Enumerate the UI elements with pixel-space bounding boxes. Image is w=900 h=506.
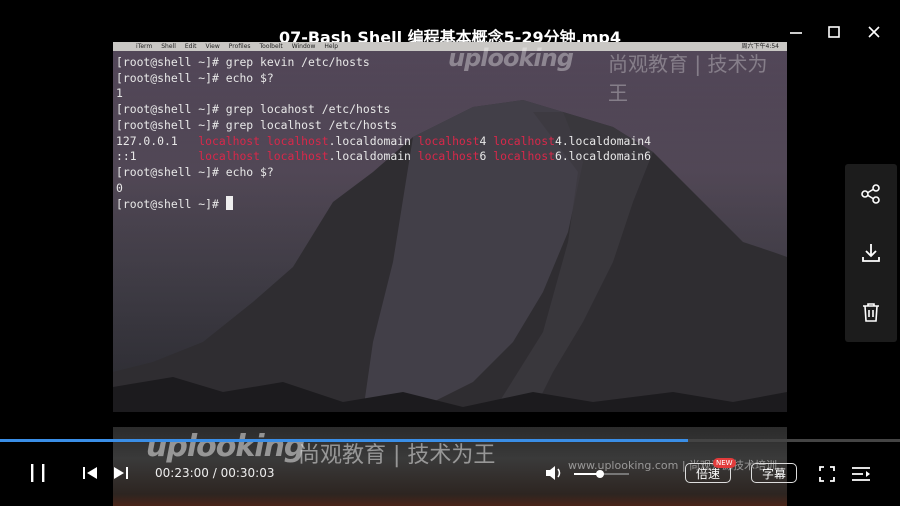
terminal-text: ::1 [116, 149, 199, 164]
terminal-line: [root@shell ~]# grep locahost /etc/hosts [116, 102, 651, 118]
highlighted-match: localhost [198, 149, 261, 164]
total-duration: 00:30:03 [220, 466, 275, 480]
terminal-text: 6.localdomain6 [554, 149, 651, 164]
terminal-line: 0 [116, 181, 651, 197]
next-icon[interactable] [112, 464, 130, 482]
terminal-text: 4 [479, 133, 494, 148]
terminal-text: [root@shell ~]# echo $? [116, 70, 274, 85]
time-separator: / [208, 466, 221, 480]
side-panel [845, 164, 897, 342]
pause-button[interactable] [26, 462, 50, 484]
terminal-output: [root@shell ~]# grep kevin /etc/hosts [ro… [116, 55, 651, 213]
terminal-text: 6 [479, 149, 494, 164]
highlighted-match: localhost [266, 149, 329, 164]
menubar-item: Help [324, 43, 339, 50]
new-badge: NEW [713, 458, 736, 468]
volume-knob[interactable] [595, 470, 604, 478]
watermark-brand-bottom: uplooking [146, 429, 305, 464]
terminal-text: 127.0.0.1 [116, 133, 199, 148]
current-time: 00:23:00 [155, 466, 209, 480]
terminal-line: [root@shell ~]# echo $? [116, 165, 651, 181]
terminal-line: [root@shell ~]# [116, 196, 651, 213]
terminal-text: 1 [116, 86, 123, 101]
menubar-item: Edit [184, 43, 197, 50]
volume-icon[interactable] [544, 464, 566, 482]
menubar-item: iTerm [136, 43, 153, 50]
terminal-line: [root@shell ~]# grep localhost /etc/host… [116, 118, 651, 134]
fullscreen-icon[interactable] [818, 465, 836, 483]
terminal-text: [root@shell ~]# grep kevin /etc/hosts [116, 55, 370, 69]
volume-slider[interactable] [574, 470, 629, 478]
highlighted-match: localhost [493, 149, 555, 164]
close-icon[interactable] [863, 23, 885, 41]
menubar-item: Shell [161, 43, 176, 50]
terminal-line: [root@shell ~]# echo $? [116, 71, 651, 87]
menubar-item: Window [291, 43, 316, 50]
terminal-text: .localdomain [328, 149, 418, 164]
terminal-line: 1 [116, 86, 651, 102]
maximize-icon[interactable] [823, 23, 845, 41]
terminal-text: [root@shell ~]# [116, 197, 226, 212]
progress-bar[interactable] [0, 439, 900, 442]
playlist-icon[interactable] [851, 465, 871, 483]
highlighted-match: localhost [198, 133, 261, 148]
terminal-text: .localdomain [328, 133, 418, 148]
terminal-text: [root@shell ~]# grep locahost /etc/hosts [116, 102, 391, 117]
highlighted-match: localhost [417, 149, 480, 164]
terminal-text: [root@shell ~]# grep localhost /etc/host… [116, 117, 398, 132]
previous-icon[interactable] [81, 464, 99, 482]
terminal-cursor [225, 196, 233, 211]
terminal-line: 127.0.0.1 localhost localhost.localdomai… [116, 134, 651, 150]
menubar-item: Profiles [228, 43, 251, 50]
terminal-line: ::1 localhost localhost.localdomain loca… [116, 149, 651, 165]
minimize-icon[interactable] [785, 23, 807, 41]
highlighted-match: localhost [266, 133, 329, 148]
subtitle-button[interactable]: 字幕 [751, 463, 797, 483]
progress-bar-fill [0, 439, 689, 442]
time-display: 00:23:00 / 00:30:03 [155, 466, 274, 480]
terminal-text: 4.localdomain4 [554, 133, 651, 148]
highlighted-match: localhost [417, 133, 480, 148]
highlighted-match: localhost [493, 133, 555, 148]
terminal-text: [root@shell ~]# echo $? [116, 164, 274, 179]
menubar-item: Toolbelt [259, 43, 283, 50]
trash-icon[interactable] [857, 298, 885, 326]
terminal-line: [root@shell ~]# grep kevin /etc/hosts [116, 55, 651, 71]
download-icon[interactable] [857, 239, 885, 267]
share-icon[interactable] [857, 180, 885, 208]
menubar-item: View [205, 43, 220, 50]
terminal-text: 0 [116, 180, 123, 195]
video-frame[interactable]: iTerm Shell Edit View Profiles Toolbelt … [113, 42, 787, 412]
